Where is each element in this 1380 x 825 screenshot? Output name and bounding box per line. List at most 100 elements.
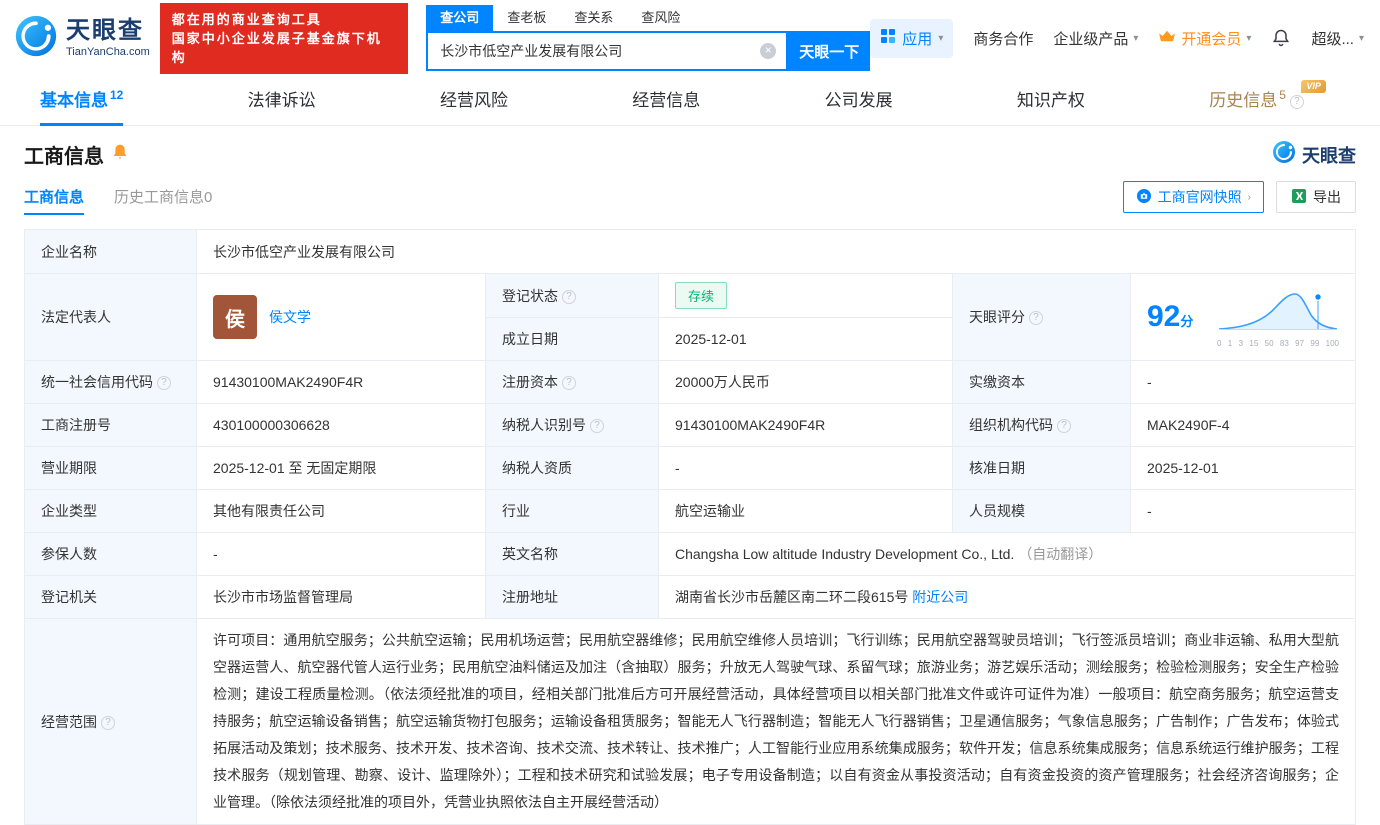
chevron-down-icon: ▾ — [1133, 32, 1139, 44]
chevron-right-icon: › — [1247, 191, 1251, 203]
nearby-companies-link[interactable]: 附近公司 — [912, 589, 968, 605]
chevron-down-icon: ▾ — [938, 32, 944, 44]
search-tab-boss[interactable]: 查老板 — [493, 5, 560, 31]
crown-icon — [1158, 29, 1176, 47]
tab-basic-info[interactable]: 基本信息 12 — [40, 76, 124, 126]
nav-user-account[interactable]: 超级... ▾ — [1311, 28, 1364, 49]
legal-rep-link[interactable]: 侯文学 — [269, 307, 311, 327]
search-tabs: 查公司 查老板 查关系 查风险 — [426, 5, 870, 31]
tab-count: 12 — [110, 88, 124, 102]
english-name-value: Changsha Low altitude Industry Developme… — [675, 546, 1015, 562]
legal-rep-avatar[interactable]: 侯 — [213, 295, 257, 339]
subtab-history-business-info[interactable]: 历史工商信息0 — [114, 186, 212, 215]
help-icon[interactable]: ? — [590, 419, 604, 433]
search-tab-riskcheck[interactable]: 查风险 — [627, 5, 694, 31]
apps-menu[interactable]: 应用 ▾ — [870, 18, 954, 58]
help-icon[interactable]: ? — [1289, 95, 1304, 109]
org-code-value: MAK2490F-4 — [1130, 403, 1356, 447]
paid-capital-value: - — [1130, 360, 1356, 404]
apps-label: 应用 — [902, 30, 933, 48]
staff-size-value: - — [1130, 489, 1356, 533]
reg-capital-value: 20000万人民币 — [658, 360, 953, 404]
notice-bell-icon[interactable] — [112, 143, 128, 167]
brand-name: 天眼查 — [66, 16, 144, 44]
business-term-value: 2025-12-01 至 无固定期限 — [196, 446, 486, 490]
industry-value: 航空运输业 — [658, 489, 953, 533]
search-input-wrap: × — [426, 31, 789, 71]
search-input[interactable] — [428, 33, 787, 69]
score-value: 92 — [1147, 300, 1181, 333]
field-label: 纳税人识别号? — [485, 403, 659, 447]
section-title: 工商信息 — [24, 146, 104, 168]
help-icon[interactable]: ? — [562, 289, 576, 304]
help-icon[interactable]: ? — [1029, 311, 1043, 325]
field-label: 营业期限 — [24, 446, 197, 490]
table-row: 登记机关 长沙市市场监督管理局 注册地址 湖南省长沙市岳麓区南二环二段615号 … — [24, 575, 1356, 619]
tab-count: 5 — [1279, 88, 1286, 102]
field-label: 英文名称 — [485, 532, 659, 576]
field-label: 人员规模 — [952, 489, 1131, 533]
field-label: 注册资本? — [485, 360, 659, 404]
tab-intellectual-property[interactable]: 知识产权 — [1017, 76, 1085, 125]
field-label: 实缴资本 — [952, 360, 1131, 404]
export-button[interactable]: 导出 — [1276, 181, 1356, 213]
tab-company-development[interactable]: 公司发展 — [825, 76, 893, 125]
tab-legal-proceedings[interactable]: 法律诉讼 — [248, 76, 316, 125]
auto-translate-note: （自动翻译） — [1018, 546, 1103, 562]
search-tab-company[interactable]: 查公司 — [426, 5, 494, 31]
tianyancha-logo-icon — [1272, 140, 1296, 169]
company-name-value: 长沙市低空产业发展有限公司 — [196, 229, 1356, 274]
field-label: 核准日期 — [952, 446, 1131, 490]
reg-address-value: 湖南省长沙市岳麓区南二环二段615号 — [675, 589, 909, 605]
business-scope-value: 许可项目：通用航空服务；公共航空运输；民用机场运营；民用航空器维修；民用航空维修… — [196, 618, 1356, 825]
nav-open-vip[interactable]: 开通会员 ▾ — [1158, 28, 1251, 49]
tab-operating-info[interactable]: 经营信息 — [632, 76, 700, 125]
table-row: 工商注册号 430100000306628 纳税人识别号? 91430100MA… — [24, 403, 1356, 447]
company-main-tabs: 基本信息 12 法律诉讼 经营风险 经营信息 公司发展 知识产权 历史信息 5? V… — [0, 76, 1380, 126]
approve-date-value: 2025-12-01 — [1130, 446, 1356, 490]
chevron-down-icon: ▾ — [1246, 32, 1252, 44]
table-row: 经营范围? 许可项目：通用航空服务；公共航空运输；民用机场运营；民用航空器维修；… — [24, 618, 1356, 825]
search-block: 查公司 查老板 查关系 查风险 × 天眼一下 — [426, 5, 871, 71]
credit-code-value: 91430100MAK2490F4R — [196, 360, 486, 404]
tianyan-score[interactable]: 92分 0 1 3 15 50 83 97 99 100 — [1147, 287, 1339, 348]
nav-cooperation[interactable]: 商务合作 — [973, 28, 1033, 49]
business-info-table: 企业名称 长沙市低空产业发展有限公司 法定代表人 侯 侯文学 登记状态? 存续 … — [24, 229, 1356, 825]
top-right-nav: 应用 ▾ 商务合作 企业级产品 ▾ 开通会员 ▾ 超级... ▾ — [870, 18, 1364, 58]
table-row: 统一社会信用代码? 91430100MAK2490F4R 注册资本? 20000… — [24, 360, 1356, 404]
tab-operating-risk[interactable]: 经营风险 — [440, 76, 508, 125]
promo-banner: 都在用的商业查询工具 国家中小企业发展子基金旗下机构 — [159, 2, 409, 74]
nav-enterprise-products[interactable]: 企业级产品 ▾ — [1053, 28, 1138, 49]
table-row: 法定代表人 侯 侯文学 登记状态? 存续 天眼评分? 92分 0 1 3 15 … — [24, 273, 1356, 361]
subtab-business-info[interactable]: 工商信息 — [24, 186, 85, 215]
field-label: 参保人数 — [24, 532, 197, 576]
help-icon[interactable]: ? — [562, 376, 576, 390]
search-tab-relation[interactable]: 查关系 — [560, 5, 627, 31]
insured-count-value: - — [196, 532, 486, 576]
header: 天眼查 TianYanCha.com 都在用的商业查询工具 国家中小企业发展子基… — [0, 0, 1380, 76]
snapshot-camera-icon — [1136, 188, 1152, 207]
notification-bell-icon[interactable] — [1271, 28, 1291, 48]
field-label: 经营范围? — [24, 618, 197, 825]
official-snapshot-button[interactable]: 工商官网快照 › — [1122, 181, 1264, 213]
help-icon[interactable]: ? — [1057, 419, 1071, 433]
establish-date-value: 2025-12-01 — [658, 317, 953, 361]
help-icon[interactable]: ? — [157, 376, 171, 390]
field-label: 行业 — [485, 489, 659, 533]
field-label: 工商注册号 — [24, 403, 197, 447]
field-label: 登记状态? — [485, 273, 659, 318]
help-icon[interactable]: ? — [101, 715, 115, 730]
search-button[interactable]: 天眼一下 — [788, 31, 871, 71]
company-type-value: 其他有限责任公司 — [196, 489, 486, 533]
reg-number-value: 430100000306628 — [196, 403, 486, 447]
section-header: 工商信息 天眼查 — [0, 126, 1380, 169]
tab-history-info[interactable]: 历史信息 5? VIP — [1209, 76, 1326, 125]
tianyancha-logo[interactable]: 天眼查 TianYanCha.com — [14, 14, 150, 63]
field-label: 统一社会信用代码? — [24, 360, 197, 404]
field-label: 纳税人资质 — [485, 446, 659, 490]
field-label: 组织机构代码? — [952, 403, 1131, 447]
taxpayer-quality-value: - — [658, 446, 953, 490]
field-label: 天眼评分? — [952, 273, 1131, 361]
section-subtabs: 工商信息 历史工商信息0 工商官网快照 › 导出 — [0, 169, 1380, 227]
status-badge: 存续 — [675, 282, 728, 309]
